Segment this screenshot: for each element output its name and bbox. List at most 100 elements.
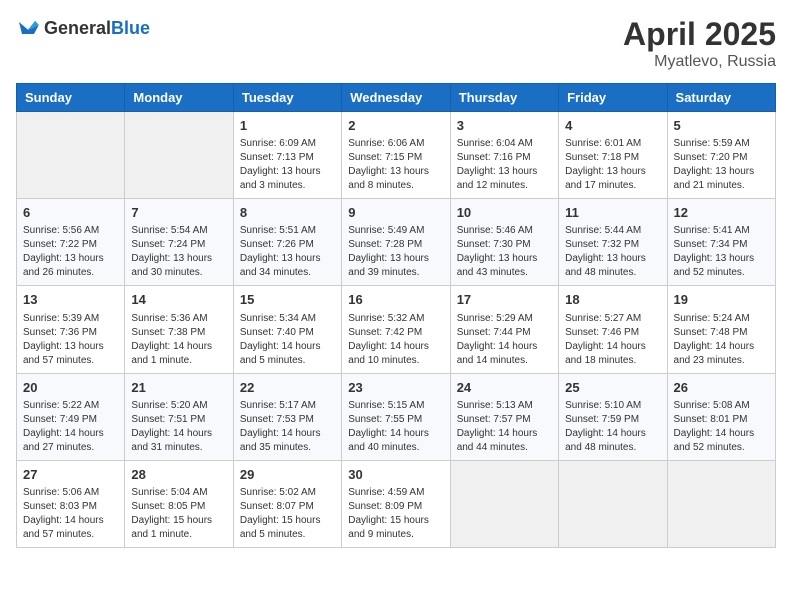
calendar-cell: 4Sunrise: 6:01 AMSunset: 7:18 PMDaylight…	[559, 112, 667, 199]
day-info-text: Daylight: 14 hours and 48 minutes.	[565, 427, 660, 455]
day-info-text: Daylight: 14 hours and 27 minutes.	[23, 427, 118, 455]
day-info-text: Sunset: 7:42 PM	[348, 326, 443, 340]
day-number: 17	[457, 291, 552, 309]
day-info-text: Daylight: 14 hours and 10 minutes.	[348, 340, 443, 368]
day-info-text: Daylight: 13 hours and 39 minutes.	[348, 252, 443, 280]
day-info-text: Sunrise: 6:01 AM	[565, 137, 660, 151]
day-info-text: Daylight: 13 hours and 48 minutes.	[565, 252, 660, 280]
day-info-text: Daylight: 15 hours and 1 minute.	[131, 514, 226, 542]
day-number: 27	[23, 466, 118, 484]
day-number: 30	[348, 466, 443, 484]
day-info-text: Sunset: 7:20 PM	[674, 151, 769, 165]
day-info-text: Sunrise: 6:04 AM	[457, 137, 552, 151]
day-info-text: Sunrise: 5:04 AM	[131, 486, 226, 500]
day-info-text: Sunset: 7:32 PM	[565, 238, 660, 252]
calendar-cell: 20Sunrise: 5:22 AMSunset: 7:49 PMDayligh…	[17, 373, 125, 460]
weekday-header-thursday: Thursday	[450, 84, 558, 112]
day-info-text: Sunrise: 5:29 AM	[457, 312, 552, 326]
calendar-cell: 23 Sunrise: 5:15 AMSunset: 7:55 PMDayligh…	[342, 373, 450, 460]
calendar-week-row: 20Sunrise: 5:22 AMSunset: 7:49 PMDayligh…	[17, 373, 776, 460]
day-info-text: Sunrise: 5:15 AM	[348, 399, 443, 413]
day-info-text: Daylight: 14 hours and 14 minutes.	[457, 340, 552, 368]
calendar-cell: 24Sunrise: 5:13 AMSunset: 7:57 PMDayligh…	[450, 373, 558, 460]
logo-icon	[16, 16, 40, 40]
calendar-cell: 6Sunrise: 5:56 AMSunset: 7:22 PMDaylight…	[17, 199, 125, 286]
weekday-header-monday: Monday	[125, 84, 233, 112]
day-number: 23	[348, 379, 443, 397]
day-info-text: Sunset: 7:59 PM	[565, 413, 660, 427]
day-info-text: Sunrise: 5:59 AM	[674, 137, 769, 151]
day-info-text: Daylight: 14 hours and 52 minutes.	[674, 427, 769, 455]
day-info-text: Sunrise: 5:24 AM	[674, 312, 769, 326]
day-number: 15	[240, 291, 335, 309]
calendar-cell: 26Sunrise: 5:08 AMSunset: 8:01 PMDayligh…	[667, 373, 775, 460]
day-info-text: Daylight: 13 hours and 52 minutes.	[674, 252, 769, 280]
day-info-text: Daylight: 14 hours and 5 minutes.	[240, 340, 335, 368]
calendar-cell: 8Sunrise: 5:51 AMSunset: 7:26 PMDaylight…	[233, 199, 341, 286]
day-info-text: Sunset: 7:24 PM	[131, 238, 226, 252]
calendar-cell	[125, 112, 233, 199]
day-info-text: Daylight: 13 hours and 17 minutes.	[565, 165, 660, 193]
day-info-text: Sunset: 7:49 PM	[23, 413, 118, 427]
day-info-text: Sunset: 7:26 PM	[240, 238, 335, 252]
day-info-text: Daylight: 14 hours and 1 minute.	[131, 340, 226, 368]
day-info-text: Sunset: 7:38 PM	[131, 326, 226, 340]
calendar-cell: 16Sunrise: 5:32 AMSunset: 7:42 PMDayligh…	[342, 286, 450, 373]
logo-text: GeneralBlue	[44, 18, 150, 39]
day-info-text: Sunrise: 5:20 AM	[131, 399, 226, 413]
day-info-text: Daylight: 15 hours and 9 minutes.	[348, 514, 443, 542]
calendar-week-row: 1Sunrise: 6:09 AMSunset: 7:13 PMDaylight…	[17, 112, 776, 199]
day-number: 5	[674, 117, 769, 135]
day-number: 3	[457, 117, 552, 135]
day-number: 6	[23, 204, 118, 222]
day-info-text: Daylight: 14 hours and 35 minutes.	[240, 427, 335, 455]
day-number: 28	[131, 466, 226, 484]
day-info-text: Sunset: 7:18 PM	[565, 151, 660, 165]
calendar-cell: 9Sunrise: 5:49 AMSunset: 7:28 PMDaylight…	[342, 199, 450, 286]
day-info-text: Sunrise: 5:13 AM	[457, 399, 552, 413]
day-number: 8	[240, 204, 335, 222]
day-number: 7	[131, 204, 226, 222]
day-info-text: Sunrise: 5:34 AM	[240, 312, 335, 326]
calendar-cell	[450, 460, 558, 547]
day-info-text: Daylight: 13 hours and 26 minutes.	[23, 252, 118, 280]
calendar-cell: 13Sunrise: 5:39 AMSunset: 7:36 PMDayligh…	[17, 286, 125, 373]
day-info-text: Daylight: 13 hours and 30 minutes.	[131, 252, 226, 280]
day-info-text: Sunrise: 5:27 AM	[565, 312, 660, 326]
day-info-text: Sunset: 7:13 PM	[240, 151, 335, 165]
day-info-text: Daylight: 14 hours and 23 minutes.	[674, 340, 769, 368]
day-info-text: Daylight: 13 hours and 8 minutes.	[348, 165, 443, 193]
day-info-text: Daylight: 14 hours and 40 minutes.	[348, 427, 443, 455]
logo-blue-text: Blue	[111, 18, 150, 38]
day-number: 14	[131, 291, 226, 309]
day-info-text: Sunrise: 5:32 AM	[348, 312, 443, 326]
day-number: 24	[457, 379, 552, 397]
day-info-text: Sunrise: 5:36 AM	[131, 312, 226, 326]
day-info-text: Sunrise: 5:10 AM	[565, 399, 660, 413]
day-number: 10	[457, 204, 552, 222]
day-info-text: Daylight: 14 hours and 44 minutes.	[457, 427, 552, 455]
day-info-text: Sunrise: 5:54 AM	[131, 224, 226, 238]
day-info-text: Sunset: 7:44 PM	[457, 326, 552, 340]
day-info-text: Sunset: 8:03 PM	[23, 500, 118, 514]
day-info-text: Sunrise: 5:02 AM	[240, 486, 335, 500]
day-info-text: Daylight: 14 hours and 31 minutes.	[131, 427, 226, 455]
calendar-cell	[667, 460, 775, 547]
day-info-text: Sunset: 7:30 PM	[457, 238, 552, 252]
day-info-text: Sunset: 8:07 PM	[240, 500, 335, 514]
weekday-header-row: SundayMondayTuesdayWednesdayThursdayFrid…	[17, 84, 776, 112]
day-number: 9	[348, 204, 443, 222]
logo-general-text: General	[44, 18, 111, 38]
calendar-cell: 19Sunrise: 5:24 AMSunset: 7:48 PMDayligh…	[667, 286, 775, 373]
calendar-cell: 2Sunrise: 6:06 AMSunset: 7:15 PMDaylight…	[342, 112, 450, 199]
day-info-text: Sunset: 7:48 PM	[674, 326, 769, 340]
day-info-text: Sunset: 7:51 PM	[131, 413, 226, 427]
day-info-text: Sunset: 7:22 PM	[23, 238, 118, 252]
calendar-cell: 12Sunrise: 5:41 AMSunset: 7:34 PMDayligh…	[667, 199, 775, 286]
day-info-text: Sunrise: 5:39 AM	[23, 312, 118, 326]
page-header: GeneralBlue April 2025 Myatlevo, Russia	[16, 16, 776, 71]
day-info-text: Sunset: 7:55 PM	[348, 413, 443, 427]
day-number: 29	[240, 466, 335, 484]
day-info-text: Sunset: 7:46 PM	[565, 326, 660, 340]
day-info-text: Sunset: 7:28 PM	[348, 238, 443, 252]
